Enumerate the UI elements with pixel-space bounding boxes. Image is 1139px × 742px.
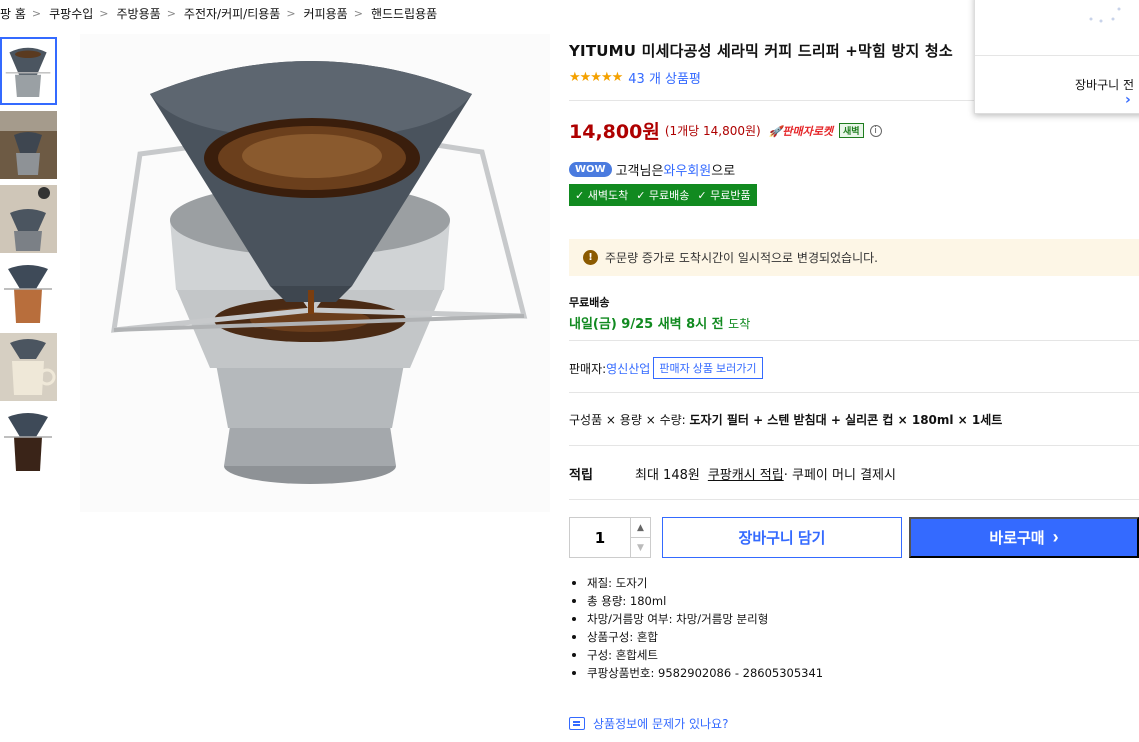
cart-popup: 장바구니 전 ›	[974, 0, 1139, 114]
shipping-date-text: 내일(금) 9/25 새벽 8시 전	[569, 317, 724, 332]
divider	[975, 55, 1139, 56]
breadcrumb-label[interactable]: 팡 홈	[0, 5, 26, 22]
add-to-cart-button[interactable]: 장바구니 담기	[662, 517, 902, 558]
thumbnail-2[interactable]	[0, 111, 57, 179]
wow-prefix: 고객님은	[615, 164, 664, 179]
chevron-right-icon[interactable]: ›	[1125, 92, 1131, 108]
notice-text: 주문량 증가로 도착시간이 일시적으로 변경되었습니다.	[605, 251, 878, 265]
thumbnail-3[interactable]	[0, 185, 57, 253]
shipping-arrive: 도착	[728, 317, 751, 331]
thumbnail-5[interactable]	[0, 333, 57, 401]
breadcrumb-item[interactable]: 주전자/커피/티용품 >	[184, 5, 304, 22]
chevron-right-icon: >	[353, 6, 363, 20]
exclamation-icon: !	[583, 250, 598, 265]
wow-suffix: 으로	[711, 164, 736, 179]
divider	[569, 392, 1139, 393]
quantity-buttons: ▲ ▼	[630, 518, 650, 557]
seller-name-link[interactable]: 영신산업	[606, 360, 650, 377]
components-label: 구성품 × 용량 × 수량:	[569, 413, 690, 427]
breadcrumb-label[interactable]: 커피용품	[304, 5, 348, 22]
seller-rocket-badge: 🚀판매자로켓	[768, 124, 834, 138]
dawn-delivery-badge: 새벽	[839, 123, 864, 138]
breadcrumb-item[interactable]: 핸드드립용품	[371, 5, 437, 22]
chevron-right-icon: >	[99, 6, 109, 20]
breadcrumb-label[interactable]: 쿠팡수입	[49, 5, 93, 22]
caret-down-icon[interactable]: ▼	[631, 537, 650, 557]
thumbnail-1[interactable]	[0, 37, 57, 105]
wow-member-link[interactable]: 와우회원	[663, 160, 711, 179]
points-suffix: · 쿠페이 머니 결제시	[783, 468, 896, 483]
dots-decoration	[1089, 7, 1121, 23]
buy-now-button[interactable]: 바로구매 ›	[909, 517, 1139, 558]
divider	[569, 499, 1139, 500]
thumbnail-list	[0, 37, 58, 481]
wow-member-row: WOW 고객님은 와우회원 으로	[569, 160, 735, 179]
caret-up-icon[interactable]: ▲	[631, 518, 650, 537]
report-product-info-link[interactable]: 상품정보에 문제가 있나요?	[569, 715, 728, 732]
seller-products-button[interactable]: 판매자 상품 보러가기	[653, 357, 763, 379]
points-row: 적립 최대 148원 쿠팡캐시 적립 · 쿠페이 머니 결제시	[569, 464, 896, 483]
message-icon	[569, 717, 585, 730]
spec-item: 구성: 혼합세트	[569, 646, 823, 664]
wow-badge: WOW	[569, 162, 612, 177]
breadcrumb-label[interactable]: 핸드드립용품	[371, 5, 437, 22]
divider	[569, 445, 1139, 446]
shipping-label: 무료배송	[569, 296, 610, 309]
chevron-right-icon: >	[166, 6, 176, 20]
breadcrumb-label[interactable]: 주전자/커피/티용품	[184, 5, 280, 22]
quantity-input[interactable]	[570, 518, 630, 557]
benefit-free-return: ✓ 무료반품	[697, 189, 751, 202]
thumbnail-4[interactable]	[0, 259, 57, 327]
seller-label: 판매자:	[569, 361, 607, 376]
benefit-dawn-delivery: ✓ 새벽도착	[575, 189, 629, 202]
spec-item: 재질: 도자기	[569, 574, 823, 592]
chevron-right-icon: ›	[1052, 527, 1059, 547]
breadcrumb: 팡 홈 > 쿠팡수입 > 주방용품 > 주전자/커피/티용품 > 커피용품 > 핸드드립용…	[0, 4, 437, 22]
rating-stars: ★★★★★	[569, 70, 623, 85]
buy-now-label: 바로구매	[989, 530, 1045, 547]
points-label: 적립	[569, 468, 593, 483]
sale-price: 14,800원	[569, 121, 660, 143]
main-product-image[interactable]	[80, 34, 550, 512]
price-row: 14,800원 (1개당 14,800원) 🚀판매자로켓 새벽 i	[569, 117, 882, 144]
points-amount: 최대 148원	[635, 468, 700, 483]
coupang-cash-link[interactable]: 쿠팡캐시 적립	[708, 464, 784, 483]
breadcrumb-item[interactable]: 쿠팡수입 >	[49, 5, 116, 22]
spec-list: 재질: 도자기 총 용량: 180ml 차망/거름망 여부: 차망/거름망 분리…	[569, 574, 823, 682]
delivery-benefits: ✓ 새벽도착 ✓ 무료배송 ✓ 무료반품	[569, 184, 757, 206]
rating-row: ★★★★★ 43 개 상품평	[569, 68, 701, 87]
shipping-date: 내일(금) 9/25 새벽 8시 전 도착	[569, 313, 750, 332]
spec-item: 차망/거름망 여부: 차망/거름망 분리형	[569, 610, 823, 628]
quantity-stepper[interactable]: ▲ ▼	[569, 517, 651, 558]
seller-row: 판매자: 영신산업 판매자 상품 보러가기	[569, 357, 763, 379]
spec-item: 총 용량: 180ml	[569, 592, 823, 610]
product-title: YITUMU 미세다공성 세라믹 커피 드리퍼 +막힘 방지 청소	[569, 42, 953, 60]
spec-item: 상품구성: 혼합	[569, 628, 823, 646]
benefit-free-shipping: ✓ 무료배송	[636, 189, 690, 202]
spec-item: 쿠팡상품번호: 9582902086 - 28605305341	[569, 664, 823, 682]
breadcrumb-item[interactable]: 주방용품 >	[117, 5, 184, 22]
popup-text[interactable]: 장바구니 전	[1075, 76, 1134, 93]
breadcrumb-label[interactable]: 주방용품	[117, 5, 161, 22]
unit-price: (1개당 14,800원)	[664, 124, 761, 138]
chevron-right-icon: >	[286, 6, 296, 20]
chevron-right-icon: >	[31, 6, 42, 20]
components-value: 도자기 필터 + 스텐 받침대 + 실리콘 컵 × 180ml × 1세트	[689, 413, 1003, 427]
info-icon[interactable]: i	[869, 124, 882, 137]
divider	[569, 340, 1139, 341]
breadcrumb-item-home[interactable]: 팡 홈 >	[0, 5, 49, 22]
review-count-link[interactable]: 43 개 상품평	[628, 68, 701, 87]
report-label: 상품정보에 문제가 있나요?	[593, 717, 729, 731]
components-row: 구성품 × 용량 × 수량: 도자기 필터 + 스텐 받침대 + 실리콘 컵 ×…	[569, 411, 1002, 428]
breadcrumb-item[interactable]: 커피용품 >	[304, 5, 371, 22]
thumbnail-6[interactable]	[0, 407, 57, 475]
delivery-notice: ! 주문량 증가로 도착시간이 일시적으로 변경되었습니다.	[569, 239, 1139, 276]
